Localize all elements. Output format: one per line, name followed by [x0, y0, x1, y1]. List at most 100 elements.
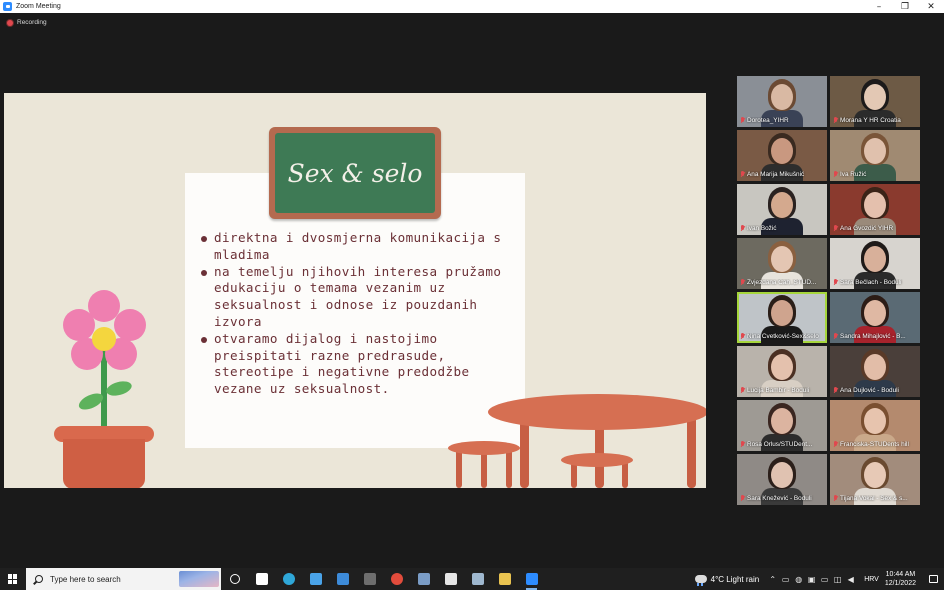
participant-tile[interactable]: Sandra Mihajlović - B... — [830, 292, 920, 343]
participant-tile[interactable]: Iva Ružić — [830, 130, 920, 181]
clock-date: 12/1/2022 — [884, 580, 916, 587]
muted-mic-icon — [833, 387, 838, 394]
participant-tile[interactable]: Rosa Orlus/STUDent... — [737, 400, 827, 451]
security-icon[interactable]: ▣ — [806, 568, 817, 590]
participant-name: Nina Cvetković-Sex&selo — [740, 333, 825, 340]
cortana-button[interactable] — [221, 568, 248, 590]
participant-name: Ivan Božić — [740, 225, 825, 232]
participant-name-label: Dorotea_YIHR — [747, 117, 789, 124]
search-input[interactable] — [50, 574, 170, 584]
calculator-icon — [417, 573, 430, 585]
participant-video-face — [771, 138, 793, 164]
windows-taskbar: 4°C Light rain ⌃ ▭ ◍ ▣ ▭ ◫ ◀ HRV 10:44 A… — [0, 568, 944, 590]
participant-name: Zvjezdana Čah_STUD... — [740, 279, 825, 286]
participant-tile[interactable]: Franciska-STUDents hill — [830, 400, 920, 451]
participant-tile[interactable]: Lucija Bambir - Boduli — [737, 346, 827, 397]
taskbar-app-button[interactable] — [356, 568, 383, 590]
start-button[interactable] — [0, 568, 26, 590]
participant-video-face — [864, 462, 886, 488]
participant-name-label: Zvjezdana Čah_STUD... — [747, 279, 817, 286]
taskbar-app-button[interactable] — [383, 568, 410, 590]
muted-mic-icon — [833, 171, 838, 178]
taskbar-app-button[interactable] — [491, 568, 518, 590]
mail-icon — [336, 573, 349, 585]
window-title: Zoom Meeting — [16, 3, 61, 10]
participant-name-label: Morana Y HR Croatia — [840, 117, 901, 124]
muted-mic-icon — [833, 117, 838, 124]
recording-indicator[interactable]: Recording — [7, 19, 47, 26]
slide-bullet: otvaramo dijalog i nastojimo preispitati… — [200, 331, 518, 398]
participant-name: Rosa Orlus/STUDent... — [740, 441, 825, 448]
slide-bullet: direktna i dvosmjerna komunikacija s mla… — [200, 230, 518, 264]
zoom-icon — [525, 573, 538, 585]
taskbar-apps — [248, 568, 545, 590]
teams-like-icon — [363, 573, 376, 585]
flower-center — [92, 327, 116, 351]
table-leg — [687, 415, 696, 488]
participant-tile[interactable]: Dorotea_YIHR — [737, 76, 827, 127]
flower-leaf — [104, 378, 134, 399]
taskbar-app-button[interactable] — [248, 568, 275, 590]
store-icon — [309, 573, 322, 585]
participant-video-face — [864, 354, 886, 380]
participant-tile[interactable]: Nina Cvetković-Sex&selo — [737, 292, 827, 343]
window-controls: – ❐ ✕ — [866, 0, 944, 13]
muted-mic-icon — [740, 225, 745, 232]
participant-name: Sara Bečlach - Boduli — [833, 279, 918, 286]
flower-petal — [63, 309, 95, 341]
stool-top — [448, 441, 520, 455]
participant-name-label: Sara Knežević - Boduli — [747, 495, 812, 502]
taskbar-app-button[interactable] — [410, 568, 437, 590]
stool-leg — [506, 449, 512, 488]
participant-tile[interactable]: Ana Marija Mikušnić — [737, 130, 827, 181]
notification-button[interactable] — [926, 568, 940, 590]
participant-name: Sandra Mihajlović - B... — [833, 333, 918, 340]
participant-tile[interactable]: Sara Knežević - Boduli — [737, 454, 827, 505]
participant-video-face — [771, 300, 793, 326]
taskbar-app-button[interactable] — [464, 568, 491, 590]
participant-video-face — [864, 408, 886, 434]
slide-bullet: na temelju njihovih interesa pružamo edu… — [200, 264, 518, 331]
participant-video-face — [771, 354, 793, 380]
participant-video-face — [864, 300, 886, 326]
taskbar-app-button[interactable] — [518, 568, 545, 590]
muted-mic-icon — [833, 495, 838, 502]
participant-tile[interactable]: Sara Bečlach - Boduli — [830, 238, 920, 289]
participant-tile[interactable]: Morana Y HR Croatia — [830, 76, 920, 127]
participant-tile[interactable]: Ivan Božić — [737, 184, 827, 235]
microphone-icon[interactable]: ◍ — [793, 568, 804, 590]
participant-video-face — [771, 462, 793, 488]
taskbar-app-button[interactable] — [437, 568, 464, 590]
participant-tile[interactable]: Ana Gvozdić YIHR — [830, 184, 920, 235]
chevron-up-icon[interactable]: ⌃ — [767, 568, 778, 590]
taskbar-app-button[interactable] — [275, 568, 302, 590]
taskbar-app-button[interactable] — [302, 568, 329, 590]
participant-name-label: Ana Dujlović - Boduli — [840, 387, 899, 394]
flower-pot-body — [63, 439, 145, 488]
participant-name: Dorotea_YIHR — [740, 117, 825, 124]
participant-tile[interactable]: Tijana Vokal - Sex & s... — [830, 454, 920, 505]
taskbar-clock[interactable]: 10:44 AM 12/1/2022 — [885, 570, 916, 588]
search-highlight-image — [179, 571, 219, 587]
participant-name-label: Ivan Božić — [747, 225, 777, 232]
participant-name: Morana Y HR Croatia — [833, 117, 918, 124]
participant-video-face — [771, 192, 793, 218]
close-button[interactable]: ✕ — [918, 0, 944, 13]
volume-icon[interactable]: ◀ — [845, 568, 856, 590]
maximize-button[interactable]: ❐ — [892, 0, 918, 13]
participant-tile[interactable]: Ana Dujlović - Boduli — [830, 346, 920, 397]
task-view-icon — [255, 573, 268, 585]
language-indicator[interactable]: HRV — [864, 576, 879, 583]
participant-tile[interactable]: Zvjezdana Čah_STUD... — [737, 238, 827, 289]
taskbar-search[interactable] — [26, 568, 221, 590]
minimize-button[interactable]: – — [866, 0, 892, 13]
network-icon[interactable]: ◫ — [832, 568, 843, 590]
participant-name-label: Franciska-STUDents hill — [840, 441, 909, 448]
weather-text[interactable]: 4°C Light rain — [711, 575, 760, 584]
battery-icon[interactable]: ▭ — [819, 568, 830, 590]
participant-name-label: Lucija Bambir - Boduli — [747, 387, 810, 394]
tray-app-icon[interactable]: ▭ — [780, 568, 791, 590]
muted-mic-icon — [833, 279, 838, 286]
participant-name: Ana Gvozdić YIHR — [833, 225, 918, 232]
taskbar-app-button[interactable] — [329, 568, 356, 590]
